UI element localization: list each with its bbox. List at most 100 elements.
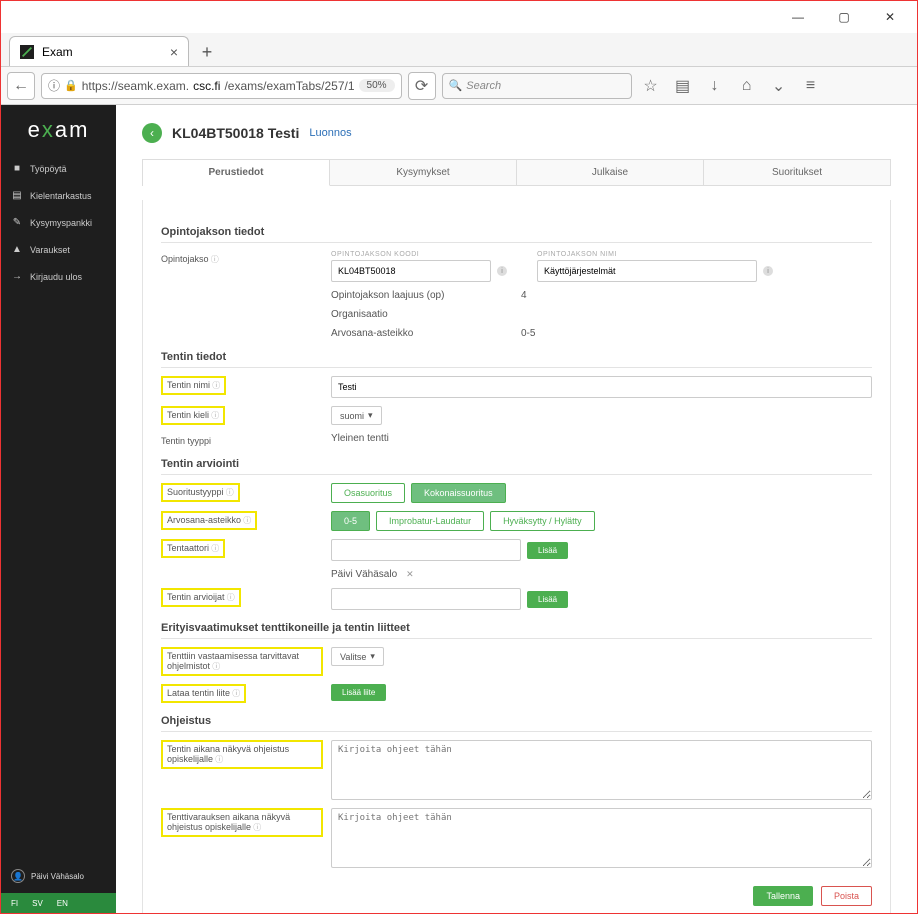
label-instructions-during: Tentin aikana näkyvä ohjeistus opiskelij… <box>161 740 323 769</box>
label-course: Opintojakso ⓘ <box>161 251 331 265</box>
user-name: Päivi Vähäsalo <box>31 872 84 881</box>
input-examiner[interactable] <box>331 539 521 561</box>
app-logo: exam <box>1 105 116 155</box>
menu-icon[interactable]: ≡ <box>798 73 824 99</box>
add-grader-button[interactable]: Lisää <box>527 591 568 608</box>
window-maximize-button[interactable]: ▢ <box>821 1 867 33</box>
remove-examiner-icon[interactable]: ✕ <box>406 569 414 580</box>
nav-back-button[interactable]: ← <box>7 72 35 100</box>
sidebar-item-dashboard[interactable]: ■ Työpöytä <box>1 155 116 182</box>
sidebar-current-user[interactable]: 👤 Päivi Vähäsalo <box>1 859 116 893</box>
tab-basic-info[interactable]: Perustiedot <box>143 160 330 186</box>
label-exam-name: Tentin nimi ⓘ <box>161 376 226 395</box>
label-organisation: Organisaatio <box>331 309 491 320</box>
pencil-icon: ✎ <box>11 217 23 228</box>
label-performance-type: Suoritustyyppi ⓘ <box>161 483 240 502</box>
bookmark-star-icon[interactable]: ☆ <box>638 73 664 99</box>
new-tab-button[interactable]: + <box>193 38 221 66</box>
info-icon: ⓘ <box>48 77 60 94</box>
browser-tab[interactable]: Exam × <box>9 36 189 66</box>
info-icon[interactable]: i <box>763 266 773 276</box>
examiner-chip: Päivi Vähäsalo <box>331 569 397 580</box>
label-credits: Opintojakson laajuus (op) <box>331 290 491 301</box>
search-icon: 🔍 <box>449 79 463 92</box>
lang-en[interactable]: EN <box>57 899 68 908</box>
option-full-performance[interactable]: Kokonaissuoritus <box>411 483 506 503</box>
lang-fi[interactable]: FI <box>11 899 18 908</box>
help-icon[interactable]: ⓘ <box>209 255 219 264</box>
option-scale-passfail[interactable]: Hyväksytty / Hylätty <box>490 511 595 531</box>
sublabel-course-code: OPINTOJAKSON KOODI <box>331 251 507 258</box>
nav-reload-button[interactable]: ⟳ <box>408 72 436 100</box>
url-pre: https://seamk.exam. <box>82 79 189 93</box>
library-icon[interactable]: ▤ <box>670 73 696 99</box>
input-exam-name[interactable] <box>331 376 872 398</box>
label-exam-language: Tentin kieli ⓘ <box>161 406 225 425</box>
textarea-instructions-booking[interactable] <box>331 808 872 868</box>
value-scale: 0-5 <box>521 328 535 339</box>
url-path: /exams/examTabs/257/1 <box>224 79 354 93</box>
select-software[interactable]: Valitse ▾ <box>331 647 384 666</box>
textarea-instructions-during[interactable] <box>331 740 872 800</box>
section-title-requirements: Erityisvaatimukset tenttikoneille ja ten… <box>161 622 872 639</box>
add-attachment-button[interactable]: Lisää liite <box>331 684 386 701</box>
lang-sv[interactable]: SV <box>32 899 43 908</box>
tab-publish[interactable]: Julkaise <box>517 160 704 185</box>
sidebar-item-label: Kysymyspankki <box>30 218 92 228</box>
sidebar-item-reservations[interactable]: ▲Varaukset <box>1 236 116 263</box>
dashboard-icon: ■ <box>11 163 23 174</box>
value-credits: 4 <box>521 290 527 301</box>
sidebar-item-question-bank[interactable]: ✎ Kysymyspankki <box>1 209 116 236</box>
downloads-icon[interactable]: ↓ <box>702 73 728 99</box>
label-scale: Arvosana-asteikko <box>331 328 491 339</box>
url-host: csc.fi <box>193 79 220 93</box>
sidebar-item-label: Kielentarkastus <box>30 191 92 201</box>
info-icon[interactable]: i <box>497 266 507 276</box>
option-partial-performance[interactable]: Osasuoritus <box>331 483 405 503</box>
home-icon[interactable]: ⌂ <box>734 73 760 99</box>
label-grade-scale: Arvosana-asteikko ⓘ <box>161 511 257 530</box>
logout-icon: → <box>11 271 23 282</box>
save-button[interactable]: Tallenna <box>753 886 813 906</box>
status-badge: Luonnos <box>309 127 351 139</box>
input-course-code[interactable] <box>331 260 491 282</box>
option-scale-improbatur[interactable]: Improbatur-Laudatur <box>376 511 484 531</box>
section-title-course: Opintojakson tiedot <box>161 226 872 243</box>
window-minimize-button[interactable]: — <box>775 1 821 33</box>
tab-close-icon[interactable]: × <box>170 44 178 60</box>
sidebar-item-logout[interactable]: →Kirjaudu ulos <box>1 263 116 290</box>
zoom-indicator[interactable]: 50% <box>359 79 395 92</box>
site-favicon <box>20 45 34 59</box>
sidebar-item-label: Varaukset <box>30 245 70 255</box>
label-exam-type: Tentin tyyppi <box>161 433 331 446</box>
label-instructions-booking: Tenttivarauksen aikana näkyvä ohjeistus … <box>161 808 323 837</box>
window-close-button[interactable]: ✕ <box>867 1 913 33</box>
sidebar-item-label: Työpöytä <box>30 164 67 174</box>
section-title-exam: Tentin tiedot <box>161 351 872 368</box>
address-bar[interactable]: ⓘ 🔒 https://seamk.exam.csc.fi/exams/exam… <box>41 73 402 99</box>
input-course-name[interactable] <box>537 260 757 282</box>
tab-performances[interactable]: Suoritukset <box>704 160 890 185</box>
sidebar-item-language-check[interactable]: ▤ Kielentarkastus <box>1 182 116 209</box>
book-icon: ▤ <box>11 190 23 201</box>
label-graders: Tentin arvioijat ⓘ <box>161 588 241 607</box>
chevron-down-icon: ▾ <box>370 651 375 662</box>
option-scale-0-5[interactable]: 0-5 <box>331 511 370 531</box>
back-button[interactable]: ‹ <box>142 123 162 143</box>
avatar-icon: 👤 <box>11 869 25 883</box>
delete-button[interactable]: Poista <box>821 886 872 906</box>
pocket-icon[interactable]: ⌄ <box>766 73 792 99</box>
add-examiner-button[interactable]: Lisää <box>527 542 568 559</box>
section-title-instructions: Ohjeistus <box>161 715 872 732</box>
language-switcher[interactable]: FI SV EN <box>1 893 116 913</box>
search-bar[interactable]: 🔍 Search <box>442 73 632 99</box>
tab-questions[interactable]: Kysymykset <box>330 160 517 185</box>
label-required-software: Tenttiin vastaamisessa tarvittavat ohjel… <box>161 647 323 676</box>
page-title: KL04BT50018 Testi <box>172 125 299 141</box>
label-examiners: Tentaattori ⓘ <box>161 539 225 558</box>
label-attachment: Lataa tentin liite ⓘ <box>161 684 246 703</box>
section-title-assessment: Tentin arviointi <box>161 458 872 475</box>
search-placeholder: Search <box>466 80 501 92</box>
select-exam-language[interactable]: suomi ▾ <box>331 406 382 425</box>
input-grader[interactable] <box>331 588 521 610</box>
